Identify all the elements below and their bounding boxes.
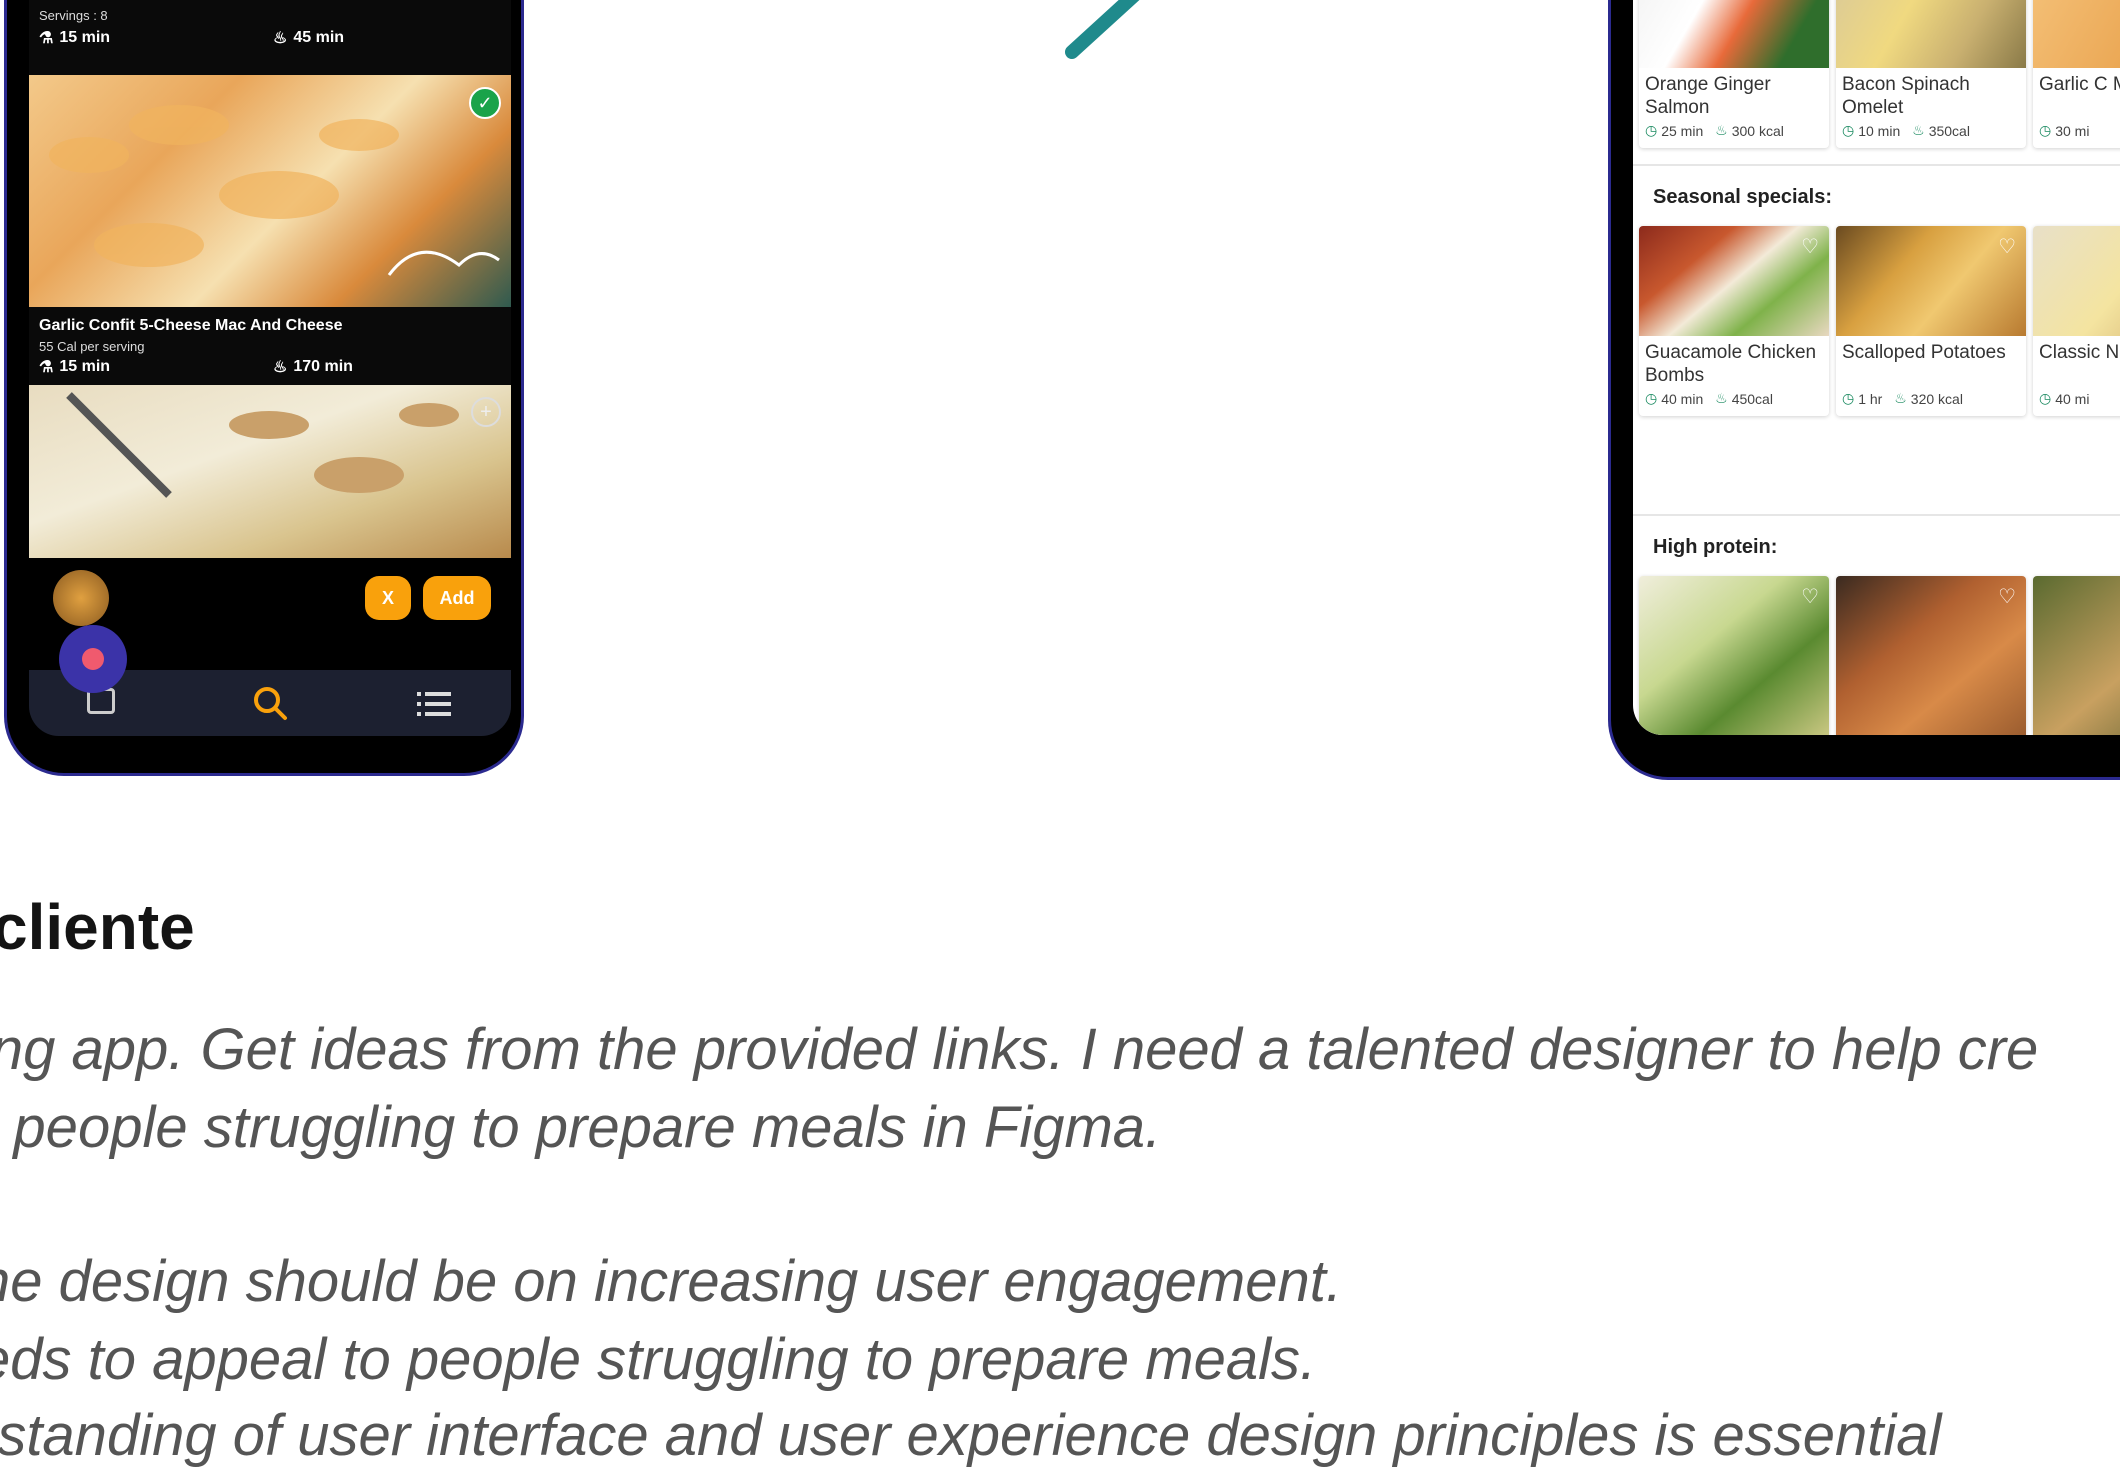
clear-button[interactable]: X <box>365 576 411 620</box>
favorite-heart-icon[interactable]: ♡ <box>1801 584 1819 609</box>
section-heading: cliente <box>0 891 195 963</box>
selected-recipe-avatar[interactable] <box>53 570 109 626</box>
clock-icon: ◷ <box>1645 390 1658 406</box>
card-image <box>2033 226 2120 336</box>
card-image <box>2033 0 2120 68</box>
card-title: Bacon Spinach Omelet <box>1842 74 1970 118</box>
section-divider <box>1633 164 2120 166</box>
list-icon[interactable] <box>417 690 453 718</box>
cook-time: ♨ 170 min <box>273 358 353 376</box>
record-dot-icon <box>82 648 104 670</box>
recipe-card[interactable]: Garlic C Mac an ◷30 mi <box>2033 0 2120 148</box>
clock-icon: ◷ <box>1842 122 1855 138</box>
card-meta: ◷ 40 min ♨ 450cal <box>1645 390 1773 407</box>
add-button[interactable]: Add <box>423 576 491 620</box>
body-line-4: eds to appeal to people struggling to pr… <box>0 1327 1317 1392</box>
chef-icon: ⚗ <box>39 359 54 376</box>
card-image <box>1836 0 2026 68</box>
section-title-seasonal: Seasonal specials: <box>1653 186 1832 208</box>
recipe-calories: 55 Cal per serving <box>39 339 145 354</box>
pot-icon: ♨ <box>273 30 288 47</box>
recipe-card[interactable]: ♡ Scalloped Potatoes ◷ 1 hr ♨ 320 kcal <box>1836 226 2026 416</box>
prep-time: ⚗ 15 min <box>39 29 111 47</box>
section-divider <box>1633 514 2120 516</box>
card-image <box>1639 0 1829 68</box>
left-phone-mockup: Servings : 8 ⚗ 15 min ♨ 45 min ✓ Garlic … <box>4 0 524 776</box>
flame-icon: ♨ <box>1715 122 1728 138</box>
selected-check-icon[interactable]: ✓ <box>469 87 501 119</box>
pot-icon: ♨ <box>273 359 288 376</box>
body-line-5: rstanding of user interface and user exp… <box>0 1403 1942 1468</box>
search-icon[interactable] <box>251 684 289 722</box>
flame-icon: ♨ <box>1715 390 1728 406</box>
recipe-card[interactable]: ♡ Guacamole Chicken Bombs ◷ 40 min ♨ 450ca… <box>1639 226 1829 416</box>
right-phone-mockup: Orange Ginger Salmon ◷ 25 min ♨ 300 kcal B… <box>1608 0 2120 780</box>
card-title: Scalloped Potatoes <box>1842 342 2006 363</box>
teal-stroke <box>1065 0 1140 59</box>
prep-time: ⚗ 15 min <box>39 358 111 376</box>
card-title: Guacamole Chicken Bombs <box>1645 342 1817 386</box>
chef-icon: ⚗ <box>39 30 54 47</box>
card-meta: ◷ 1 hr ♨ 320 kcal <box>1842 390 1963 407</box>
card-meta: ◷ 40 mi <box>2039 390 2090 407</box>
card-meta: ◷ 10 min ♨ 350cal <box>1842 122 1970 139</box>
recipe-card[interactable]: ♡ <box>1836 576 2026 735</box>
right-phone-screen: Orange Ginger Salmon ◷ 25 min ♨ 300 kcal B… <box>1633 0 2120 735</box>
body-line-1: ing app. Get ideas from the provided lin… <box>0 1017 2039 1082</box>
flame-icon: ♨ <box>1912 122 1925 138</box>
body-line-2: r people struggling to prepare meals in … <box>0 1095 1162 1160</box>
creamy-texture <box>66 392 459 498</box>
recipe-card[interactable]: Bacon Spinach Omelet ◷ 10 min ♨ 350cal <box>1836 0 2026 148</box>
recipe-card[interactable]: Orange Ginger Salmon ◷ 25 min ♨ 300 kcal <box>1639 0 1829 148</box>
card-title: Orange Ginger Salmon <box>1645 74 1771 118</box>
section-title-high-protein: High protein: <box>1653 536 1778 558</box>
card-title: Classic Noodle <box>2039 342 2120 363</box>
clock-icon: ◷ <box>2039 390 2052 406</box>
mac-cheese-texture <box>49 105 500 276</box>
card-meta: ◷ 30 mi <box>2039 122 2090 139</box>
recipe-card[interactable] <box>2033 576 2120 735</box>
favorite-heart-icon[interactable]: ♡ <box>1998 234 2016 259</box>
clock-icon: ◷ <box>1645 122 1658 138</box>
favorite-heart-icon[interactable]: ♡ <box>1801 234 1819 259</box>
flame-icon: ♨ <box>1894 390 1907 406</box>
recipe-card[interactable]: Classic Noodle ◷40 mi <box>2033 226 2120 416</box>
recipe-title: Garlic Confit 5-Cheese Mac And Cheese <box>39 317 343 334</box>
recipe-info-2: Garlic Confit 5-Cheese Mac And Cheese 55… <box>29 307 511 385</box>
card-title: Garlic C Mac an <box>2039 74 2120 95</box>
left-phone-screen: Servings : 8 ⚗ 15 min ♨ 45 min ✓ Garlic … <box>29 0 511 736</box>
cook-time: ♨ 45 min <box>273 29 345 47</box>
recipe-info-top: Servings : 8 ⚗ 15 min ♨ 45 min <box>29 0 511 54</box>
card-meta: ◷ 25 min ♨ 300 kcal <box>1645 122 1784 139</box>
servings-text: Servings : 8 <box>39 8 108 23</box>
body-line-3: he design should be on increasing user e… <box>0 1249 1342 1314</box>
clock-icon: ◷ <box>2039 122 2052 138</box>
add-circle-icon[interactable]: + <box>471 397 501 427</box>
favorite-heart-icon[interactable]: ♡ <box>1998 584 2016 609</box>
recipe-image-mac-cheese[interactable]: ✓ <box>29 75 511 307</box>
card-image <box>2033 576 2120 735</box>
record-fab[interactable] <box>59 625 127 693</box>
recipe-card[interactable]: ♡ <box>1639 576 1829 735</box>
recipe-image-creamy-dish[interactable]: + <box>29 385 511 558</box>
clock-icon: ◷ <box>1842 390 1855 406</box>
